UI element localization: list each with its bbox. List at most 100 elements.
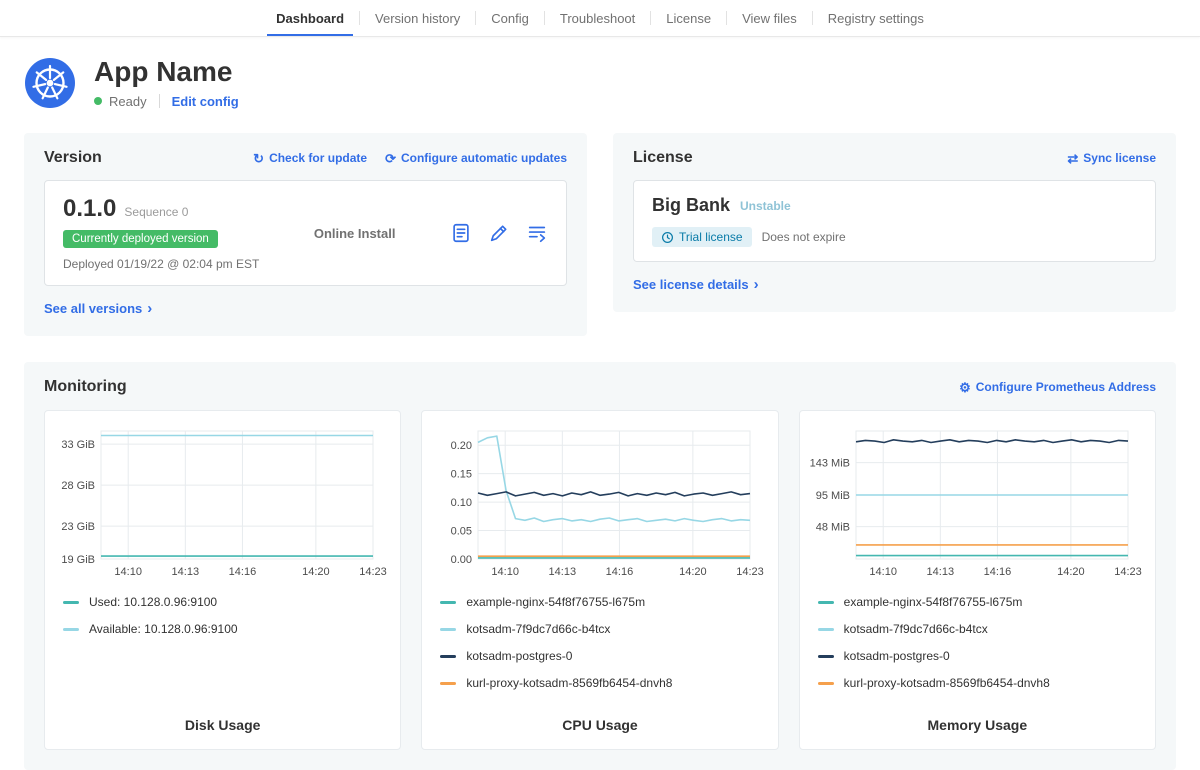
svg-text:33 GiB: 33 GiB xyxy=(61,439,95,451)
svg-text:14:10: 14:10 xyxy=(492,566,520,578)
see-all-versions-link[interactable]: See all versions › xyxy=(44,300,152,317)
svg-text:14:20: 14:20 xyxy=(679,566,707,578)
clock-icon xyxy=(661,231,674,244)
version-number: 0.1.0 xyxy=(63,195,116,223)
edit-yaml-icon[interactable] xyxy=(488,222,510,244)
tab-view-files[interactable]: View files xyxy=(727,0,812,36)
svg-text:0.20: 0.20 xyxy=(451,440,472,452)
check-for-update-link[interactable]: ↻ Check for update xyxy=(253,151,367,165)
kubernetes-logo-icon xyxy=(24,57,76,109)
legend-swatch xyxy=(440,655,456,658)
monitoring-title: Monitoring xyxy=(44,378,127,396)
tab-registry-settings[interactable]: Registry settings xyxy=(813,0,939,36)
svg-text:48 MiB: 48 MiB xyxy=(815,522,849,534)
top-navbar: Dashboard Version history Config Trouble… xyxy=(0,0,1200,37)
svg-text:14:20: 14:20 xyxy=(1057,566,1085,578)
svg-text:14:13: 14:13 xyxy=(549,566,577,578)
install-type-label: Online Install xyxy=(259,226,450,241)
svg-text:23 GiB: 23 GiB xyxy=(61,521,95,533)
legend-label: kotsadm-postgres-0 xyxy=(466,649,572,663)
see-all-versions-label: See all versions xyxy=(44,301,142,316)
svg-text:19 GiB: 19 GiB xyxy=(61,554,95,566)
license-details-box: Big Bank Unstable Trial license Does not… xyxy=(633,180,1156,262)
cpu-usage-legend: example-nginx-54f8f76755-l675m kotsadm-7… xyxy=(432,595,767,703)
svg-text:0.00: 0.00 xyxy=(451,554,472,566)
sync-icon: ⇄ xyxy=(1067,152,1078,165)
svg-text:14:10: 14:10 xyxy=(114,566,142,578)
page-title: App Name xyxy=(94,57,239,88)
sync-license-label: Sync license xyxy=(1083,151,1156,165)
customer-name: Big Bank xyxy=(652,195,730,216)
configure-automatic-updates-link[interactable]: ⟳ Configure automatic updates xyxy=(385,151,567,165)
svg-text:14:10: 14:10 xyxy=(869,566,897,578)
svg-text:14:23: 14:23 xyxy=(359,566,387,578)
disk-usage-chart: 19 GiB 23 GiB 28 GiB 33 GiB 14:10 14:13 14:16 1… xyxy=(55,423,390,583)
configure-prometheus-label: Configure Prometheus Address xyxy=(976,380,1156,394)
disk-usage-legend: Used: 10.128.0.96:9100 Available: 10.128… xyxy=(55,595,390,649)
tab-version-history[interactable]: Version history xyxy=(360,0,475,36)
legend-label: kotsadm-7f9dc7d66c-b4tcx xyxy=(844,622,988,636)
chart-title: CPU Usage xyxy=(432,703,767,733)
svg-text:0.15: 0.15 xyxy=(451,469,472,481)
chevron-right-icon: › xyxy=(147,300,152,317)
see-license-details-label: See license details xyxy=(633,277,749,292)
legend-label: kotsadm-7f9dc7d66c-b4tcx xyxy=(466,622,610,636)
version-card-title: Version xyxy=(44,149,102,167)
memory-usage-card: 48 MiB95 MiB143 MiB14:1014:1314:1614:201… xyxy=(799,410,1156,750)
refresh-icon: ↻ xyxy=(253,152,264,165)
chevron-right-icon: › xyxy=(754,276,759,293)
legend-item: example-nginx-54f8f76755-l675m xyxy=(440,595,767,609)
legend-item: example-nginx-54f8f76755-l675m xyxy=(818,595,1145,609)
tab-config[interactable]: Config xyxy=(476,0,544,36)
tab-dashboard[interactable]: Dashboard xyxy=(261,0,359,36)
svg-text:95 MiB: 95 MiB xyxy=(815,490,849,502)
version-card: Version ↻ Check for update ⟳ Configure a… xyxy=(24,133,587,336)
monitoring-section: Monitoring ⚙ Configure Prometheus Addres… xyxy=(24,362,1176,770)
svg-text:14:23: 14:23 xyxy=(1114,566,1142,578)
svg-text:28 GiB: 28 GiB xyxy=(61,480,95,492)
release-notes-icon[interactable] xyxy=(450,222,472,244)
legend-item: kotsadm-postgres-0 xyxy=(818,649,1145,663)
svg-text:14:13: 14:13 xyxy=(926,566,954,578)
configure-automatic-updates-label: Configure automatic updates xyxy=(401,151,567,165)
legend-swatch xyxy=(818,601,834,604)
svg-text:14:13: 14:13 xyxy=(172,566,200,578)
legend-swatch xyxy=(818,655,834,658)
disk-usage-card: 19 GiB 23 GiB 28 GiB 33 GiB 14:10 14:13 14:16 1… xyxy=(44,410,401,750)
svg-text:14:23: 14:23 xyxy=(737,566,765,578)
legend-label: example-nginx-54f8f76755-l675m xyxy=(844,595,1023,609)
deployed-version-badge: Currently deployed version xyxy=(63,230,218,248)
tab-troubleshoot[interactable]: Troubleshoot xyxy=(545,0,650,36)
svg-text:0.05: 0.05 xyxy=(451,526,472,538)
see-license-details-link[interactable]: See license details › xyxy=(633,276,759,293)
edit-config-link[interactable]: Edit config xyxy=(172,94,239,109)
tab-license[interactable]: License xyxy=(651,0,726,36)
app-header: App Name Ready Edit config xyxy=(0,37,1200,133)
legend-item: kotsadm-7f9dc7d66c-b4tcx xyxy=(440,622,767,636)
auto-update-icon: ⟳ xyxy=(385,152,396,165)
legend-swatch xyxy=(440,628,456,631)
svg-text:143 MiB: 143 MiB xyxy=(809,458,849,470)
legend-label: kotsadm-postgres-0 xyxy=(844,649,950,663)
chart-title: Disk Usage xyxy=(55,703,390,733)
chart-title: Memory Usage xyxy=(810,703,1145,733)
memory-usage-chart: 48 MiB95 MiB143 MiB14:1014:1314:1614:201… xyxy=(810,423,1145,583)
deployed-timestamp: Deployed 01/19/22 @ 02:04 pm EST xyxy=(63,257,259,271)
divider xyxy=(159,94,160,108)
legend-item: kotsadm-postgres-0 xyxy=(440,649,767,663)
legend-label: kurl-proxy-kotsadm-8569fb6454-dnvh8 xyxy=(844,676,1050,690)
legend-label: example-nginx-54f8f76755-l675m xyxy=(466,595,645,609)
configure-prometheus-link[interactable]: ⚙ Configure Prometheus Address xyxy=(959,380,1156,394)
svg-text:0.10: 0.10 xyxy=(451,497,472,509)
legend-swatch xyxy=(818,628,834,631)
legend-swatch xyxy=(440,682,456,685)
legend-swatch xyxy=(63,601,79,604)
sync-license-link[interactable]: ⇄ Sync license xyxy=(1067,151,1156,165)
trial-license-badge: Trial license xyxy=(652,227,752,247)
legend-label: kurl-proxy-kotsadm-8569fb6454-dnvh8 xyxy=(466,676,672,690)
check-for-update-label: Check for update xyxy=(269,151,367,165)
deploy-logs-icon[interactable] xyxy=(526,222,548,244)
svg-text:14:16: 14:16 xyxy=(229,566,257,578)
gear-icon: ⚙ xyxy=(959,381,971,394)
license-card-title: License xyxy=(633,149,693,167)
